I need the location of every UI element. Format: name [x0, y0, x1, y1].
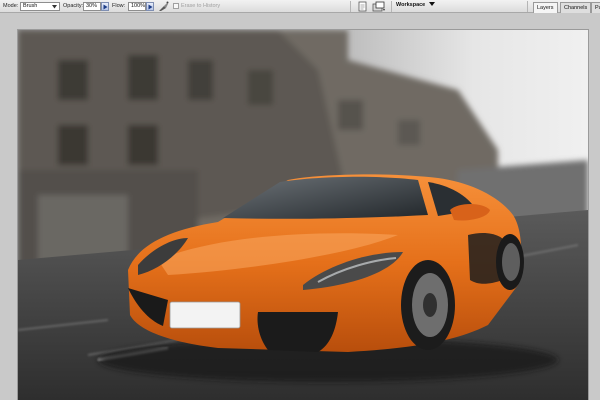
- opacity-slider-button[interactable]: [101, 2, 109, 11]
- flow-slider-button[interactable]: [146, 2, 154, 11]
- tab-layers[interactable]: Layers: [533, 2, 558, 13]
- divider: [391, 1, 392, 12]
- airbrush-icon[interactable]: [158, 1, 169, 12]
- flow-label: Flow:: [112, 3, 126, 9]
- document-canvas[interactable]: [18, 30, 588, 400]
- opacity-field[interactable]: 30%: [83, 2, 101, 11]
- tab-channels[interactable]: Channels: [560, 2, 592, 13]
- workspace-menu[interactable]: Workspace: [396, 2, 435, 8]
- opacity-value: 30%: [86, 3, 98, 9]
- erase-to-history-label: Erase to History: [181, 3, 221, 9]
- flow-field[interactable]: 100%: [128, 2, 146, 11]
- arrow-right-icon: [103, 4, 108, 10]
- car-photo: [18, 30, 588, 400]
- tab-label: Layers: [537, 5, 554, 11]
- divider: [527, 1, 528, 12]
- document-icon[interactable]: [357, 1, 368, 12]
- mode-label: Mode:: [3, 3, 19, 9]
- chevron-down-icon: [52, 5, 57, 9]
- tab-label: Pa: [595, 5, 600, 11]
- chevron-down-icon: [428, 2, 435, 6]
- mode-value: Brush: [23, 3, 38, 9]
- mode-select[interactable]: Brush: [20, 2, 60, 11]
- panel-layout-icon[interactable]: [372, 1, 386, 12]
- workspace-label: Workspace: [396, 2, 426, 8]
- erase-to-history-checkbox[interactable]: [173, 3, 179, 9]
- tab-label: Channels: [564, 5, 588, 11]
- opacity-label: Opacity:: [63, 3, 84, 9]
- options-bar: Mode: Brush Opacity: 30% Flow: 100% Eras…: [0, 0, 600, 13]
- divider: [350, 1, 351, 12]
- flow-value: 100%: [131, 3, 146, 9]
- tab-paths[interactable]: Pa: [591, 2, 600, 13]
- arrow-right-icon: [148, 4, 153, 10]
